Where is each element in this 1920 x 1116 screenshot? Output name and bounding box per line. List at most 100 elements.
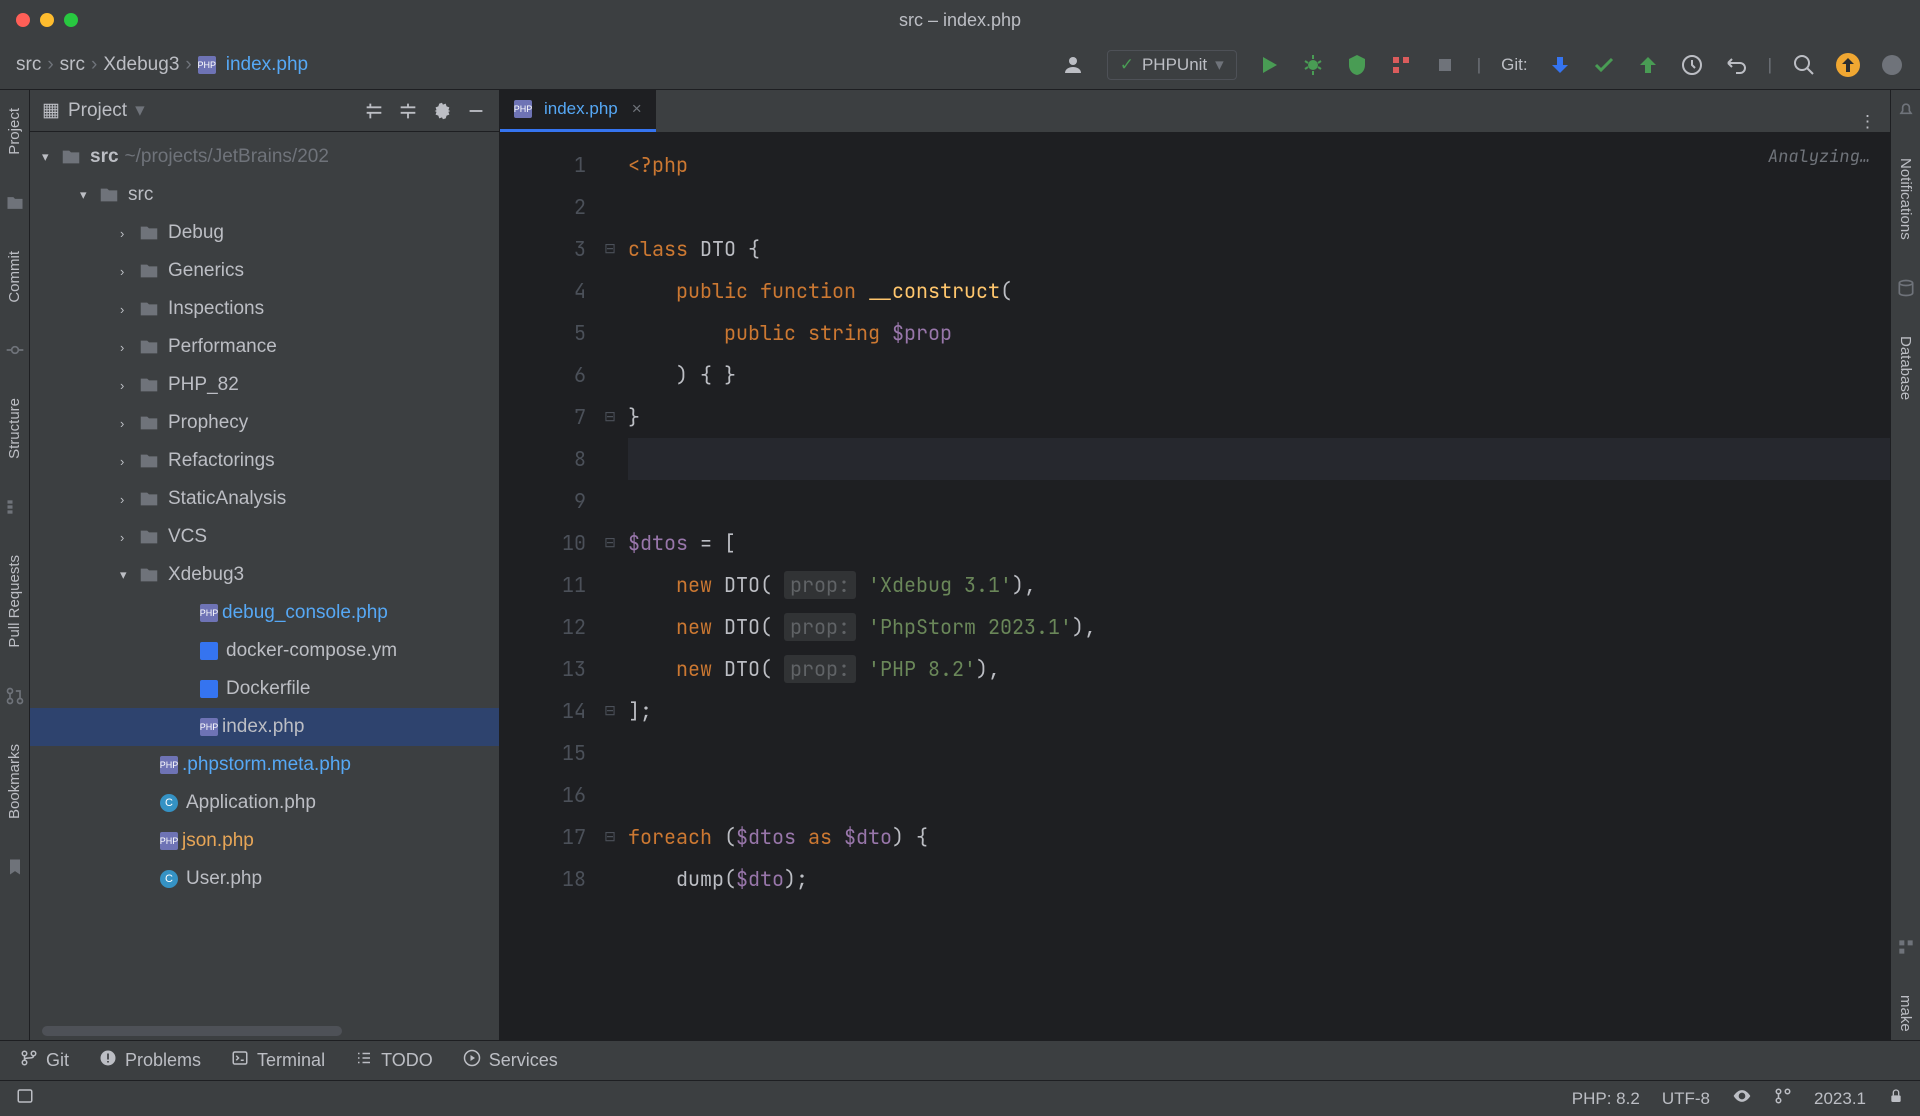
bell-icon[interactable] [1896, 100, 1916, 120]
tool-notifications[interactable]: Notifications [1897, 150, 1914, 248]
chevron-right-icon[interactable]: › [120, 340, 138, 355]
database-icon[interactable] [1896, 278, 1916, 298]
breadcrumb-item[interactable]: src [16, 54, 41, 76]
project-tree[interactable]: ▾ src ~/projects/JetBrains/202 ▾ src ›De… [30, 132, 499, 1022]
tree-file[interactable]: CApplication.php [30, 784, 499, 822]
breadcrumb-item[interactable]: src [60, 54, 85, 76]
tool-bookmarks[interactable]: Bookmarks [6, 736, 23, 827]
tool-project[interactable]: Project [6, 100, 23, 163]
tool-make[interactable]: make [1897, 987, 1914, 1040]
panel-toggle-icon[interactable] [16, 1087, 34, 1110]
select-opened-icon[interactable] [363, 100, 385, 122]
chevron-down-icon[interactable]: ▾ [120, 567, 138, 583]
structure-icon[interactable] [5, 497, 25, 517]
tool-problems[interactable]: Problems [99, 1049, 201, 1072]
tool-pull-requests[interactable]: Pull Requests [6, 547, 23, 656]
tree-file[interactable]: docker-compose.ym [30, 632, 499, 670]
maximize-window[interactable] [64, 13, 78, 27]
status-version[interactable]: 2023.1 [1814, 1089, 1866, 1109]
commit-icon[interactable] [5, 340, 25, 360]
branch-icon[interactable] [1774, 1087, 1792, 1110]
status-encoding[interactable]: UTF-8 [1662, 1089, 1710, 1109]
tree-folder[interactable]: ›StaticAnalysis [30, 480, 499, 518]
tool-todo[interactable]: TODO [355, 1049, 433, 1072]
chevron-down-icon[interactable]: ▾ [42, 149, 60, 165]
git-pull-icon[interactable] [1548, 53, 1572, 77]
chevron-right-icon[interactable]: › [120, 378, 138, 393]
debug-button[interactable] [1301, 53, 1325, 77]
folder-icon [60, 146, 82, 168]
php-file-icon: PHP [514, 100, 532, 118]
editor-tab-active[interactable]: PHP index.php × [500, 89, 656, 132]
make-icon[interactable] [1896, 937, 1916, 957]
chevron-right-icon[interactable]: › [120, 302, 138, 317]
stop-button[interactable] [1433, 53, 1457, 77]
tool-structure[interactable]: Structure [6, 390, 23, 467]
sync-icon[interactable] [1836, 53, 1860, 77]
chevron-right-icon[interactable]: › [120, 226, 138, 241]
sidebar-title[interactable]: ▦ Project ▾ [42, 99, 353, 122]
history-icon[interactable] [1680, 53, 1704, 77]
pr-icon[interactable] [5, 686, 25, 706]
tool-git[interactable]: Git [20, 1049, 69, 1072]
breadcrumb-item[interactable]: index.php [226, 54, 308, 76]
tree-file[interactable]: PHPjson.php [30, 822, 499, 860]
git-push-icon[interactable] [1636, 53, 1660, 77]
run-button[interactable] [1257, 53, 1281, 77]
breadcrumb-item[interactable]: Xdebug3 [103, 54, 179, 76]
gear-icon[interactable] [431, 100, 453, 122]
tool-terminal[interactable]: Terminal [231, 1049, 325, 1072]
close-icon[interactable]: × [632, 99, 642, 119]
coverage-button[interactable] [1345, 53, 1369, 77]
chevron-right-icon[interactable]: › [120, 264, 138, 279]
tree-folder[interactable]: ›Performance [30, 328, 499, 366]
expand-all-icon[interactable] [397, 100, 419, 122]
folder-icon [138, 450, 160, 472]
ide-settings-icon[interactable] [1880, 53, 1904, 77]
tree-folder[interactable]: ›Debug [30, 214, 499, 252]
run-configuration-selector[interactable]: ✓ PHPUnit ▾ [1107, 50, 1237, 80]
minimize-icon[interactable] [465, 100, 487, 122]
horizontal-scrollbar[interactable] [42, 1026, 342, 1036]
chevron-right-icon[interactable]: › [120, 492, 138, 507]
chevron-right-icon[interactable]: › [120, 416, 138, 431]
tree-folder[interactable]: ›Inspections [30, 290, 499, 328]
tree-folder[interactable]: ▾ src [30, 176, 499, 214]
lock-icon[interactable] [1888, 1088, 1904, 1109]
close-window[interactable] [16, 13, 30, 27]
chevron-down-icon[interactable]: ▾ [80, 187, 98, 203]
rollback-icon[interactable] [1724, 53, 1748, 77]
tree-file[interactable]: Dockerfile [30, 670, 499, 708]
eye-icon[interactable] [1732, 1086, 1752, 1111]
tree-file[interactable]: PHPdebug_console.php [30, 594, 499, 632]
folder-icon [138, 260, 160, 282]
tool-services[interactable]: Services [463, 1049, 558, 1072]
code-editor[interactable]: Analyzing… 123 456 789 101112 131415 16 … [500, 132, 1890, 1040]
tree-file[interactable]: PHP.phpstorm.meta.php [30, 746, 499, 784]
code-content[interactable]: <?php class DTO { public function __cons… [620, 132, 1890, 1040]
php-file-icon: PHP [200, 718, 218, 736]
git-commit-icon[interactable] [1592, 53, 1616, 77]
profile-button[interactable] [1389, 53, 1413, 77]
bookmark-icon[interactable] [5, 857, 25, 877]
tree-folder[interactable]: ›Refactorings [30, 442, 499, 480]
tree-file-selected[interactable]: PHPindex.php [30, 708, 499, 746]
tree-folder[interactable]: ›Generics [30, 252, 499, 290]
tree-file[interactable]: CUser.php [30, 860, 499, 898]
tool-commit[interactable]: Commit [6, 243, 23, 311]
user-icon[interactable] [1063, 53, 1087, 77]
status-php[interactable]: PHP: 8.2 [1572, 1089, 1640, 1109]
tree-root[interactable]: ▾ src ~/projects/JetBrains/202 [30, 138, 499, 176]
search-icon[interactable] [1792, 53, 1816, 77]
tree-folder[interactable]: ›VCS [30, 518, 499, 556]
minimize-window[interactable] [40, 13, 54, 27]
tool-database[interactable]: Database [1897, 328, 1914, 408]
tree-folder[interactable]: ▾Xdebug3 [30, 556, 499, 594]
chevron-right-icon[interactable]: › [120, 530, 138, 545]
folder-icon[interactable] [5, 193, 25, 213]
tab-menu-icon[interactable]: ⋮ [1845, 112, 1890, 132]
chevron-right-icon[interactable]: › [120, 454, 138, 469]
tree-folder[interactable]: ›Prophecy [30, 404, 499, 442]
tree-folder[interactable]: ›PHP_82 [30, 366, 499, 404]
php-file-icon: PHP [160, 756, 178, 774]
